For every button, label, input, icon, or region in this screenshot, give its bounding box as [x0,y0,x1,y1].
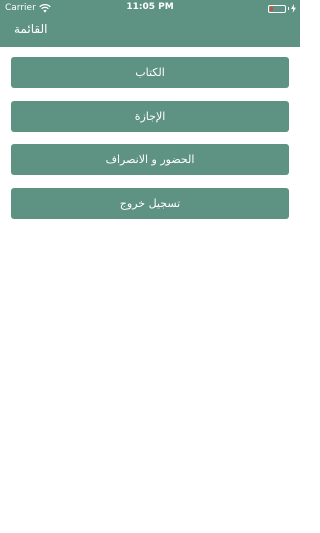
battery-group [268,4,296,13]
attendance-button[interactable]: الحضور و الانصراف [11,144,289,175]
logout-button-label: تسجيل خروج [119,196,181,210]
charging-bolt-icon [291,4,296,13]
book-button[interactable]: الكتاب [11,57,289,88]
menu-list: الكتاب الإجازة الحضور و الانصراف تسجيل خ… [11,57,289,231]
status-bar: Carrier 11:05 PM [0,0,300,16]
attendance-button-label: الحضور و الانصراف [105,153,195,166]
battery-icon [268,4,286,13]
battery-cap [288,7,289,10]
navigation-header: Carrier 11:05 PM القائمة [0,0,300,47]
battery-level [270,6,273,11]
leave-button[interactable]: الإجازة [11,100,289,132]
book-button-label: الكتاب [135,66,165,79]
page-title: القائمة [14,22,48,36]
leave-button-label: الإجازة [134,109,166,123]
status-time: 11:05 PM [126,2,174,12]
logout-button[interactable]: تسجيل خروج [11,187,289,219]
